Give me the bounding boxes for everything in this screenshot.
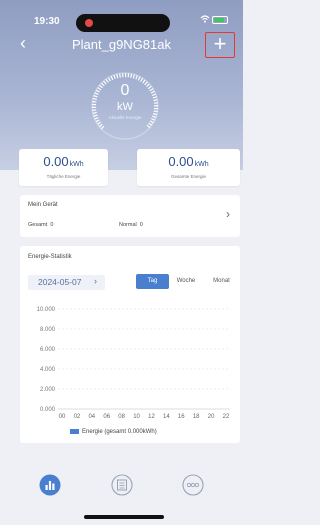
device-title: Mein Gerät [28, 202, 58, 208]
tab-more[interactable] [182, 474, 204, 496]
total-energy-unit: kWh [194, 161, 209, 168]
period-tab-week[interactable]: Woche [169, 274, 203, 289]
battery-icon [212, 16, 228, 24]
chart-icon [39, 474, 61, 496]
date-picker[interactable]: 2024-05-07 › [28, 275, 105, 290]
device-icon [111, 474, 133, 496]
y-tick-label: 8.000 [40, 327, 56, 333]
energy-chart: 10.000 8.000 6.000 4.000 2.000 0.00000 02 04 06 0… [37, 307, 230, 420]
date-value: 2024-05-07 [38, 277, 82, 287]
period-tab-month[interactable]: Monat [203, 274, 240, 289]
daily-energy-value: 0.00 [43, 154, 69, 169]
daily-energy-label: Tägliche Energie [46, 174, 81, 179]
statistics-title: Energie-Statistik [28, 254, 72, 260]
dynamic-island [76, 14, 170, 32]
gauge-label: Aktuelle Energie [108, 115, 142, 120]
legend-label: Energie (gesamt 0.000kWh) [82, 429, 157, 436]
x-tick-label: 20 [208, 414, 215, 420]
period-selector: Tag Woche Monat [136, 274, 240, 289]
home-indicator [84, 515, 164, 519]
total-energy-card: 0.00kWh Gesamte Energie [137, 149, 240, 186]
chart-legend: Energie (gesamt 0.000kWh) [70, 429, 157, 435]
recording-indicator-icon [85, 19, 93, 27]
period-tab-day[interactable]: Tag [136, 274, 169, 289]
x-tick-label: 16 [178, 414, 185, 420]
more-icon [182, 474, 204, 496]
x-tick-label: 10 [133, 414, 140, 420]
tab-devices[interactable] [111, 474, 133, 496]
y-tick-label: 10.000 [37, 307, 56, 313]
x-tick-label: 02 [74, 414, 81, 420]
total-energy-label: Gesamte Energie [170, 174, 207, 179]
status-bar: 19:30 [0, 14, 243, 32]
legend-swatch [70, 429, 79, 434]
tab-statistics[interactable] [39, 474, 61, 496]
x-tick-label: 12 [148, 414, 155, 420]
x-tick-label: 18 [193, 414, 200, 420]
gauge-value: 0 [120, 82, 130, 99]
x-tick-label: 08 [118, 414, 125, 420]
x-tick-label: 00 [59, 414, 66, 420]
device-normal: Normal 0 [119, 222, 143, 228]
y-tick-label: 6.000 [40, 347, 56, 353]
device-total: Gesamt 0 [28, 222, 54, 228]
y-tick-label: 4.000 [40, 367, 56, 373]
daily-energy-card: 0.00kWh Tägliche Energie [19, 149, 108, 186]
status-time: 19:30 [34, 16, 60, 27]
wifi-icon [200, 14, 210, 27]
add-button[interactable]: + [205, 32, 235, 58]
x-tick-label: 14 [163, 414, 170, 420]
chevron-right-icon: › [94, 276, 97, 286]
x-tick-label: 22 [223, 414, 230, 420]
y-tick-label: 2.000 [40, 387, 56, 393]
y-tick-label: 0.000 [40, 407, 56, 413]
daily-energy-unit: kWh [69, 161, 84, 168]
gauge-unit: kW [117, 101, 133, 113]
chevron-right-icon: › [226, 207, 230, 221]
total-energy-value: 0.00 [168, 154, 194, 169]
my-device-card[interactable]: Mein Gerät Gesamt 0 Normal 0 › [20, 195, 240, 237]
x-tick-label: 06 [103, 414, 110, 420]
x-tick-label: 04 [88, 414, 95, 420]
energy-statistics-card: Energie-Statistik 2024-05-07 › Tag Woche… [20, 246, 240, 443]
